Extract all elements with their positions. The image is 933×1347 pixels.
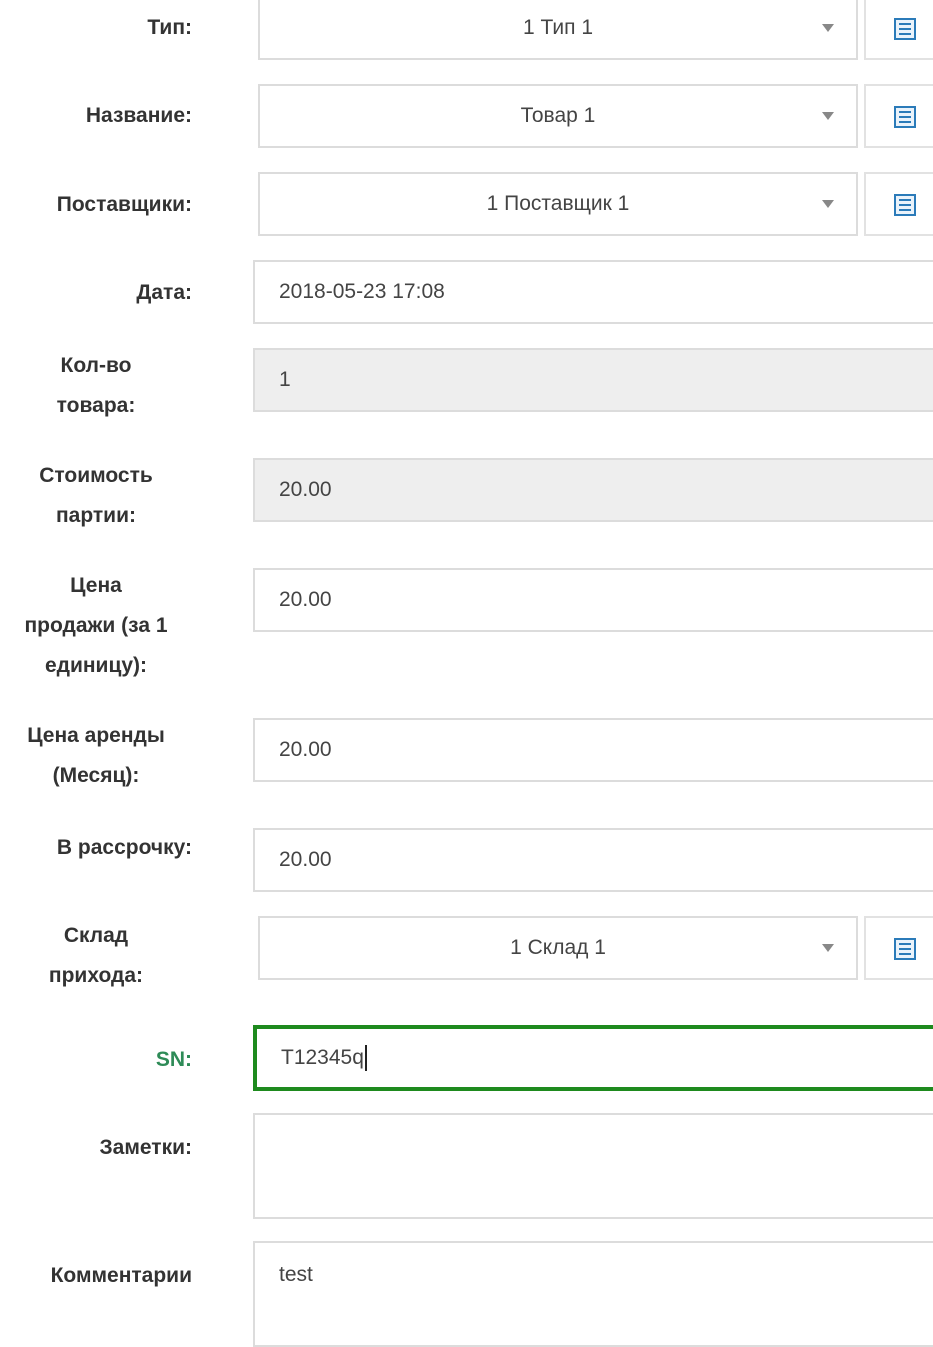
comments-label: Комментарии xyxy=(50,1264,192,1287)
text-cursor xyxy=(364,1045,367,1071)
warehouse-label: Склад прихода: xyxy=(0,916,192,996)
batch-cost-label: Стоимость партии: xyxy=(0,456,192,536)
rent-price-input[interactable]: 20.00 xyxy=(253,718,933,782)
sn-label: SN: xyxy=(155,1048,192,1071)
warehouse-select-value: 1 Склад 1 xyxy=(510,936,606,959)
rent-price-label-line1: Цена аренды xyxy=(27,724,165,747)
suppliers-select-value: 1 Поставщик 1 xyxy=(486,192,630,215)
sn-input[interactable]: T12345q xyxy=(253,1025,933,1091)
type-select-value: 1 Тип 1 xyxy=(522,16,594,39)
sale-price-label-line3: единицу): xyxy=(44,654,148,677)
quantity-label-line2: товара: xyxy=(56,394,136,417)
name-select-value: Товар 1 xyxy=(520,104,596,127)
warehouse-label-line2: прихода: xyxy=(48,964,144,987)
installment-input-value: 20.00 xyxy=(279,848,332,871)
chevron-down-icon xyxy=(822,944,834,952)
batch-cost-input: 20.00 xyxy=(253,458,933,522)
suppliers-list-button[interactable] xyxy=(864,172,933,236)
installment-label: В рассрочку: xyxy=(56,836,192,859)
sale-price-input-value: 20.00 xyxy=(279,588,332,611)
date-input[interactable]: 2018-05-23 17:08 xyxy=(253,260,933,324)
name-select[interactable]: Товар 1 xyxy=(258,84,858,148)
quantity-label: Кол-во товара: xyxy=(0,346,192,426)
sale-price-input[interactable]: 20.00 xyxy=(253,568,933,632)
suppliers-label: Поставщики: xyxy=(56,193,192,216)
rent-price-label-line2: (Месяц): xyxy=(52,764,140,787)
list-icon xyxy=(894,194,916,216)
type-select[interactable]: 1 Тип 1 xyxy=(258,0,858,60)
batch-cost-label-line1: Стоимость xyxy=(39,464,153,487)
name-list-button[interactable] xyxy=(864,84,933,148)
sale-price-label-line2: продажи (за 1 xyxy=(24,614,168,637)
date-label: Дата: xyxy=(136,281,192,304)
suppliers-select[interactable]: 1 Поставщик 1 xyxy=(258,172,858,236)
quantity-label-line1: Кол-во xyxy=(60,354,132,377)
warehouse-select[interactable]: 1 Склад 1 xyxy=(258,916,858,980)
chevron-down-icon xyxy=(822,24,834,32)
list-icon xyxy=(894,938,916,960)
comments-textarea[interactable]: test xyxy=(253,1241,933,1347)
type-label: Тип: xyxy=(147,16,192,39)
warehouse-list-button[interactable] xyxy=(864,916,933,980)
rent-price-input-value: 20.00 xyxy=(279,738,332,761)
list-icon xyxy=(894,106,916,128)
name-label: Название: xyxy=(85,104,192,127)
chevron-down-icon xyxy=(822,200,834,208)
sale-price-label: Цена продажи (за 1 единицу): xyxy=(0,566,192,686)
warehouse-label-line1: Склад xyxy=(63,924,129,947)
batch-cost-input-value: 20.00 xyxy=(279,478,332,501)
installment-input[interactable]: 20.00 xyxy=(253,828,933,892)
type-list-button[interactable] xyxy=(864,0,933,60)
chevron-down-icon xyxy=(822,112,834,120)
sn-input-value: T12345q xyxy=(281,1046,364,1069)
quantity-input: 1 xyxy=(253,348,933,412)
batch-cost-label-line2: партии: xyxy=(55,504,136,527)
comments-textarea-value: test xyxy=(279,1263,313,1286)
list-icon xyxy=(894,18,916,40)
date-input-value: 2018-05-23 17:08 xyxy=(279,280,445,303)
rent-price-label: Цена аренды (Месяц): xyxy=(0,716,192,796)
sale-price-label-line1: Цена xyxy=(70,574,122,597)
notes-label: Заметки: xyxy=(99,1136,192,1159)
quantity-input-value: 1 xyxy=(279,368,291,391)
notes-textarea[interactable] xyxy=(253,1113,933,1219)
